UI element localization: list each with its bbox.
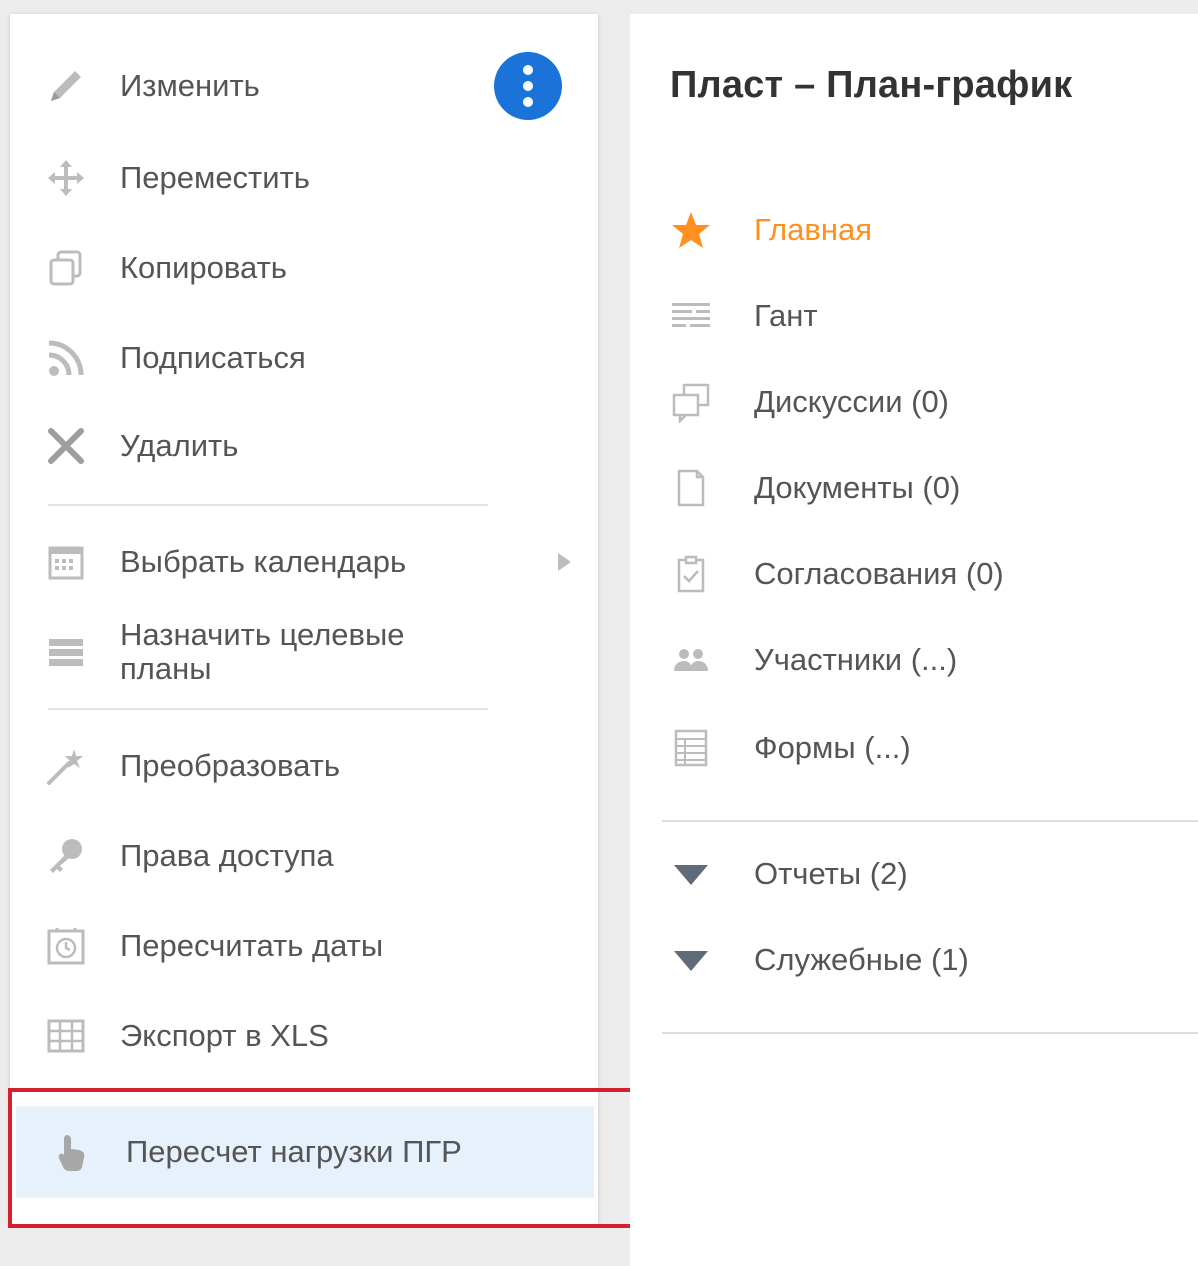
menu-item-label: Назначить целевые планы [120,617,405,686]
dot [523,81,533,91]
nav-item-label: Согласования (0) [754,556,1004,591]
menu-item-subscribe[interactable]: Подписаться [10,318,598,398]
nav-item-label: Формы (...) [754,730,911,765]
nav-item-label: Участники (...) [754,642,958,677]
project-panel: Пласт – План-график Главная Гант Дискусс… [630,14,1198,1266]
clock-icon [42,922,90,970]
context-menu: Изменить Переместить Копировать Подписат… [10,14,598,1224]
nav-item-forms[interactable]: Формы (...) [630,718,1198,778]
menu-item-label: Пересчитать даты [120,928,384,963]
nav-item-participants[interactable]: Участники (...) [630,630,1198,690]
rss-icon [42,334,90,382]
nav-item-label: Документы (0) [754,470,961,505]
page-title: Пласт – План-график [670,64,1073,106]
move-icon [42,154,90,202]
menu-item-label: Переместить [120,160,310,195]
copy-icon [42,244,90,292]
nav-group-service[interactable]: Служебные (1) [630,930,1198,990]
menu-item-export-xls[interactable]: Экспорт в XLS [10,996,598,1076]
dot [523,65,533,75]
nav-item-label: Главная [754,212,872,247]
nav-item-label: Дискуссии (0) [754,384,950,419]
dot [523,97,533,107]
highlight-frame [8,1088,648,1228]
nav-divider [662,1032,1198,1034]
more-options-button[interactable] [494,52,562,120]
nav-item-approvals[interactable]: Согласования (0) [630,544,1198,604]
gantt-icon [668,293,714,339]
menu-item-select-calendar[interactable]: Выбрать календарь [10,522,598,602]
menu-item-label: Подписаться [120,340,306,375]
menu-item-copy[interactable]: Копировать [10,228,598,308]
users-icon [668,637,714,683]
nav-group-label: Служебные (1) [754,942,969,977]
menu-item-recalculate-dates[interactable]: Пересчитать даты [10,906,598,986]
menu-item-label: Преобразовать [120,748,341,783]
menu-item-label: Изменить [120,68,260,103]
nav-item-documents[interactable]: Документы (0) [630,458,1198,518]
triangle-down-icon [668,851,714,897]
menu-item-assign-baselines[interactable]: Назначить целевые планы [10,610,598,694]
star-icon [668,207,714,253]
table-icon [42,1012,90,1060]
menu-item-label: Права доступа [120,838,334,873]
calendar-icon [42,538,90,586]
key-icon [42,832,90,880]
menu-item-move[interactable]: Переместить [10,138,598,218]
nav-divider [662,820,1198,822]
menu-item-access-rights[interactable]: Права доступа [10,816,598,896]
triangle-down-icon [668,937,714,983]
baseline-icon [42,628,90,676]
menu-divider [48,708,488,710]
nav-group-label: Отчеты (2) [754,856,908,891]
document-icon [668,465,714,511]
menu-item-label: Выбрать календарь [120,544,407,579]
form-icon [668,725,714,771]
menu-item-label: Экспорт в XLS [120,1018,329,1053]
approval-icon [668,551,714,597]
nav-group-reports[interactable]: Отчеты (2) [630,844,1198,904]
menu-item-delete[interactable]: Удалить [10,406,598,486]
menu-item-convert[interactable]: Преобразовать [10,726,598,806]
pencil-icon [42,62,90,110]
close-icon [42,422,90,470]
nav-item-discussions[interactable]: Дискуссии (0) [630,372,1198,432]
nav-item-gantt[interactable]: Гант [630,286,1198,346]
submenu-arrow-icon [558,553,571,571]
magic-wand-icon [42,742,90,790]
nav-item-label: Гант [754,298,818,333]
menu-item-label: Копировать [120,250,287,285]
menu-divider [48,504,488,506]
menu-item-label: Удалить [120,428,239,463]
discussion-icon [668,379,714,425]
nav-item-main[interactable]: Главная [630,200,1198,260]
